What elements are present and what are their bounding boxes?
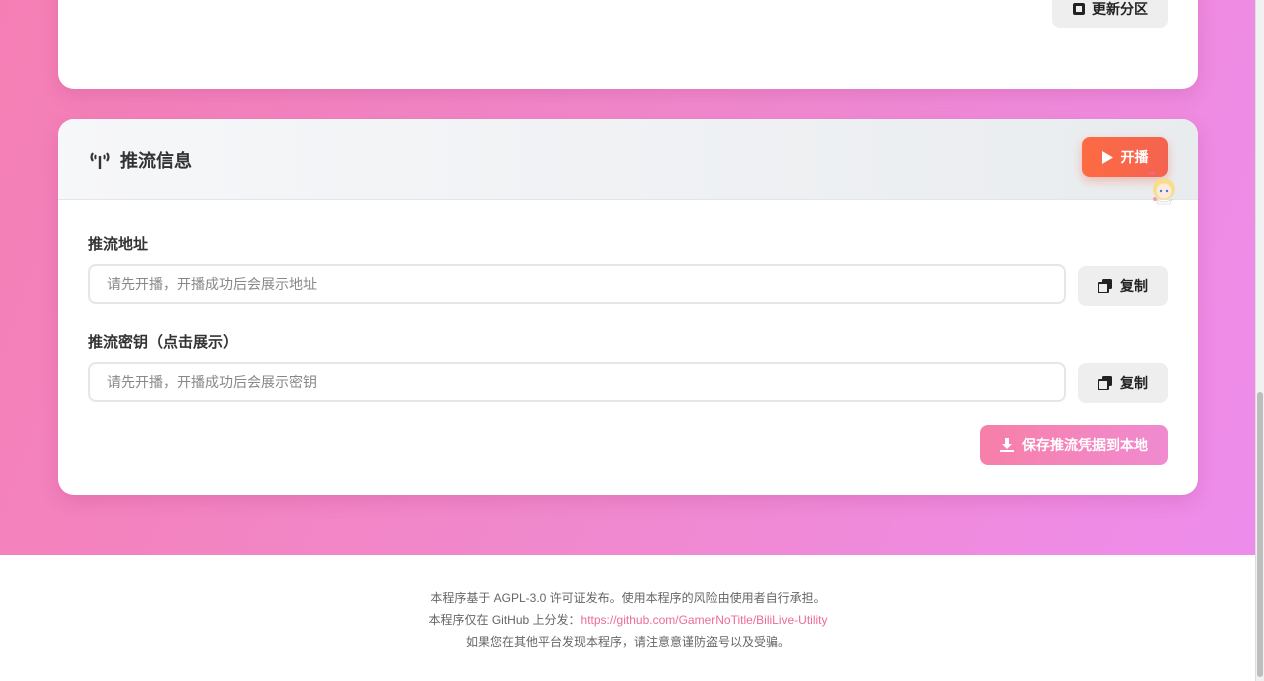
address-field[interactable]: 请先开播，开播成功后会展示地址 [88, 264, 1066, 304]
card-title: 推流信息 [88, 147, 192, 173]
card-title-text: 推流信息 [120, 151, 192, 171]
update-partition-button[interactable]: 更新分区 [1052, 0, 1168, 28]
key-placeholder: 请先开播，开播成功后会展示密钥 [107, 374, 317, 390]
copy-icon [1098, 376, 1112, 390]
copy-key-label: 复制 [1120, 375, 1148, 391]
save-credentials-label: 保存推流凭据到本地 [1022, 437, 1148, 453]
copy-key-button[interactable]: 复制 [1078, 363, 1168, 403]
footer: 本程序基于 AGPL-3.0 许可证发布。使用本程序的风险由使用者自行承担。 本… [0, 555, 1256, 681]
download-icon [1000, 438, 1014, 452]
key-field[interactable]: 请先开播，开播成功后会展示密钥 [88, 362, 1066, 402]
key-label: 推流密钥（点击展示） [88, 334, 239, 351]
update-partition-label: 更新分区 [1092, 1, 1148, 17]
address-label: 推流地址 [88, 236, 149, 253]
update-icon [1073, 3, 1085, 15]
previous-card: 更新分区 [58, 0, 1198, 89]
footer-distribution-text: 本程序仅在 GitHub 上分发： [428, 613, 581, 627]
mascot-icon [1148, 171, 1175, 205]
github-link[interactable]: https://github.com/GamerNoTitle/BiliLive… [581, 613, 828, 627]
start-live-label: 开播 [1120, 149, 1149, 165]
footer-distribution: 本程序仅在 GitHub 上分发：https://github.com/Game… [0, 611, 1256, 628]
card-header: 推流信息 开播 [58, 119, 1198, 205]
stream-info-card: 推流信息 开播 推流地址 请先开播，开播成功后会展示地址 复制 推流密钥（点击展… [58, 119, 1198, 495]
scrollbar[interactable] [1255, 0, 1264, 681]
play-icon [1101, 150, 1113, 164]
copy-icon [1098, 279, 1112, 293]
footer-warning: 如果您在其他平台发现本程序，请注意意谨防盗号以及受骗。 [465, 635, 790, 649]
footer-license: 本程序基于 AGPL-3.0 许可证发布。使用本程序的风险由使用者自行承担。 [430, 591, 826, 605]
antenna-icon [90, 152, 110, 169]
address-placeholder: 请先开播，开播成功后会展示地址 [107, 276, 317, 292]
copy-address-label: 复制 [1120, 278, 1148, 294]
save-credentials-button[interactable]: 保存推流凭据到本地 [980, 425, 1168, 465]
scrollbar-thumb[interactable] [1257, 392, 1263, 677]
copy-address-button[interactable]: 复制 [1078, 266, 1168, 306]
